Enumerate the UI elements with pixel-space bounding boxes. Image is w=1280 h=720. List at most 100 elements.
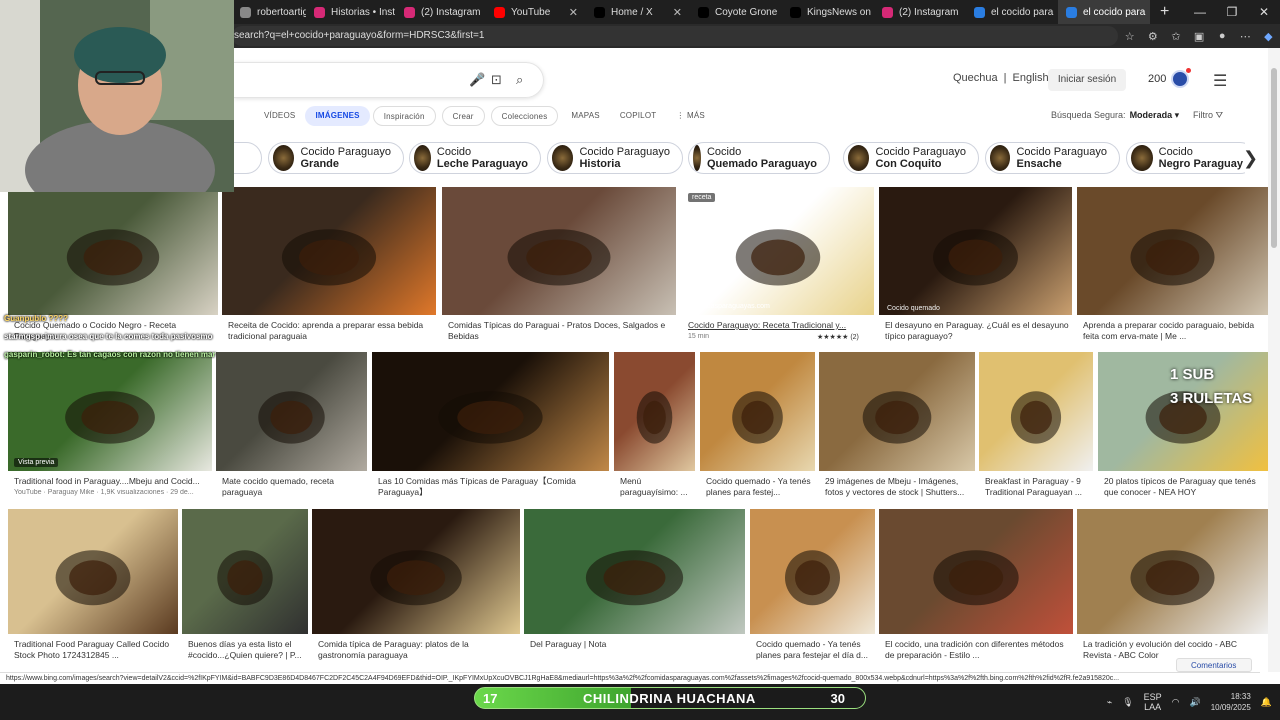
result-image[interactable] [879, 509, 1073, 634]
comments-button[interactable]: Comentarios [1176, 658, 1252, 672]
nav-create[interactable]: Crear [441, 106, 485, 126]
result-caption[interactable]: Mate cocido quemado, receta paraguaya [222, 476, 365, 500]
result-image[interactable] [312, 509, 520, 634]
result-image[interactable] [8, 187, 218, 315]
related-chip[interactable]: Cocido Paraguayo Grande [268, 142, 404, 174]
result-caption[interactable]: Receita de Cocido: aprenda a preparar es… [228, 320, 434, 344]
result-caption[interactable]: Cocido quemado - Ya tenés planes para fe… [756, 639, 873, 663]
close-window-icon[interactable]: ✕ [1248, 5, 1280, 19]
result-image[interactable]: Cocido quemado [879, 187, 1072, 315]
star-icon[interactable]: ☆ [1118, 30, 1141, 43]
input-language[interactable]: ESP LAA [1144, 692, 1162, 712]
result-image[interactable] [524, 509, 745, 634]
nav-collections[interactable]: Colecciones [490, 106, 559, 126]
result-image[interactable] [819, 352, 975, 471]
result-caption[interactable]: Breakfast in Paraguay - 9 Traditional Pa… [985, 476, 1091, 500]
lang-english-link[interactable]: English [1013, 72, 1049, 84]
copilot-icon[interactable]: ◆ [1257, 30, 1280, 43]
result-image[interactable] [614, 352, 695, 471]
nav-images[interactable]: IMÁGENES [305, 106, 370, 126]
filter-button[interactable]: Filtro ⛛ [1193, 110, 1223, 121]
close-tab-icon[interactable]: ✕ [563, 6, 578, 19]
nav-copilot[interactable]: COPILOT [610, 106, 667, 126]
related-chip[interactable]: Cocido Paraguayo Historia [547, 142, 683, 174]
browser-tab[interactable]: Historias • Inst✕ [306, 0, 396, 24]
rewards-points[interactable]: 200 [1148, 73, 1166, 85]
browser-tab[interactable]: Home / X ✕ [586, 0, 690, 24]
result-caption[interactable]: Las 10 Comidas más Típicas de Paraguay【C… [378, 476, 607, 500]
result-image[interactable] [750, 509, 875, 634]
restore-icon[interactable]: ❐ [1216, 5, 1248, 19]
result-caption[interactable]: 29 imágenes de Mbeju - Imágenes, fotos y… [825, 476, 973, 500]
result-caption[interactable]: Comidas Típicas do Paraguai - Pratos Doc… [448, 320, 674, 344]
result-image[interactable] [442, 187, 676, 315]
close-tab-icon[interactable]: ✕ [667, 6, 682, 19]
result-image[interactable] [700, 352, 815, 471]
network-icon[interactable]: ⌁ [1107, 697, 1112, 708]
more-icon[interactable]: ⋯ [1234, 30, 1257, 43]
nav-maps[interactable]: MAPAS [561, 106, 609, 126]
lang-quechua-link[interactable]: Quechua [953, 72, 998, 84]
scrollbar-thumb[interactable] [1271, 68, 1277, 248]
safesearch[interactable]: Búsqueda Segura: Moderada ▾ [1051, 110, 1179, 121]
nav-more[interactable]: ⋮ MÁS [666, 106, 715, 126]
nav-inspiration[interactable]: Inspiración [372, 106, 436, 126]
result-image[interactable] [372, 352, 609, 471]
result-caption[interactable]: Buenos días ya esta listo el #cocido...¿… [188, 639, 306, 663]
mic-icon[interactable]: 🎙 [1122, 697, 1133, 708]
result-image[interactable] [182, 509, 308, 634]
result-image[interactable] [979, 352, 1093, 471]
result-image[interactable]: receta 800×534 comidasparaguayas.com [682, 187, 874, 315]
browser-tab[interactable]: KingsNews on✕ [782, 0, 874, 24]
volume-icon[interactable]: 🔊 [1190, 697, 1201, 708]
result-caption[interactable]: Traditional food in Paraguay....Mbeju an… [14, 476, 210, 500]
result-caption[interactable]: Traditional Food Paraguay Called Cocido … [14, 639, 176, 663]
profile-icon[interactable]: ● [1211, 30, 1234, 42]
browser-tab[interactable]: Coyote Grone✕ [690, 0, 782, 24]
minimize-icon[interactable]: — [1184, 5, 1216, 19]
visual-search-icon[interactable]: ⊡ [491, 72, 502, 88]
result-image[interactable] [222, 187, 436, 315]
result-caption[interactable]: Menú paraguayísimo: ... [620, 476, 693, 500]
search-icon[interactable]: ⌕ [516, 72, 523, 88]
browser-tab[interactable]: YouTube ✕ [486, 0, 586, 24]
notification-icon[interactable]: 🔔 [1261, 697, 1272, 708]
related-chip[interactable]: Cocido Leche Paraguayo [409, 142, 541, 174]
url-field[interactable]: search?q=el+cocido+paraguayo&form=HDRSC3… [232, 26, 1119, 46]
signin-button[interactable]: Iniciar sesión [1048, 69, 1126, 91]
nav-videos[interactable]: VÍDEOS [254, 106, 305, 126]
related-chip[interactable]: Cocido Paraguayo Con Coquito [843, 142, 979, 174]
related-chip[interactable]: Cocido Paraguayo Ensache [985, 142, 1120, 174]
clock[interactable]: 18:33 10/09/2025 [1211, 691, 1251, 713]
chevron-right-icon[interactable]: ❯ [1243, 148, 1258, 169]
result-image[interactable] [1077, 509, 1268, 634]
result-image[interactable] [216, 352, 367, 471]
related-chip[interactable]: Cocido Quemado Paraguayo [688, 142, 830, 174]
microphone-icon[interactable]: 🎤 [469, 72, 485, 88]
result-caption[interactable]: El cocido, una tradición con diferentes … [885, 639, 1071, 663]
browser-tab[interactable]: el cocido para✕ [966, 0, 1058, 24]
result-caption[interactable]: Cocido quemado - Ya tenés planes para fe… [706, 476, 813, 500]
result-caption[interactable]: El desayuno en Paraguay. ¿Cuál es el des… [885, 320, 1070, 344]
result-image[interactable]: Vista previa [8, 352, 212, 471]
result-caption[interactable]: Del Paraguay | Nota [530, 639, 743, 663]
browser-tab[interactable]: el cocido para✕ [1058, 0, 1150, 24]
result-caption[interactable]: Aprenda a preparar cocido paraguaio, beb… [1083, 320, 1266, 344]
result-image[interactable] [8, 509, 178, 634]
browser-tab[interactable]: robertoartigas✕ [232, 0, 306, 24]
browser-tab[interactable]: (2) Instagram✕ [874, 0, 966, 24]
result-caption[interactable]: Cocido Paraguayo: Receta Tradicional y..… [688, 320, 872, 332]
new-tab-button[interactable]: + [1150, 3, 1179, 21]
extensions-icon[interactable]: ⚙ [1141, 30, 1164, 43]
result-caption[interactable]: Comida típica de Paraguay: platos de la … [318, 639, 518, 663]
result-image[interactable] [1077, 187, 1268, 315]
favorites-icon[interactable]: ✩ [1164, 30, 1187, 43]
related-chip[interactable]: Cocido Negro Paraguay [1126, 142, 1245, 174]
page-scrollbar[interactable] [1268, 48, 1280, 672]
hamburger-menu-icon[interactable]: ☰ [1213, 71, 1227, 91]
result-caption[interactable]: 20 platos típicos de Paraguay que tenés … [1104, 476, 1266, 500]
safesearch-value[interactable]: Moderada ▾ [1130, 110, 1180, 120]
wifi-icon[interactable]: ◠ [1172, 697, 1180, 708]
collections-icon[interactable]: ▣ [1188, 30, 1211, 43]
browser-tab[interactable]: (2) Instagram✕ [396, 0, 486, 24]
